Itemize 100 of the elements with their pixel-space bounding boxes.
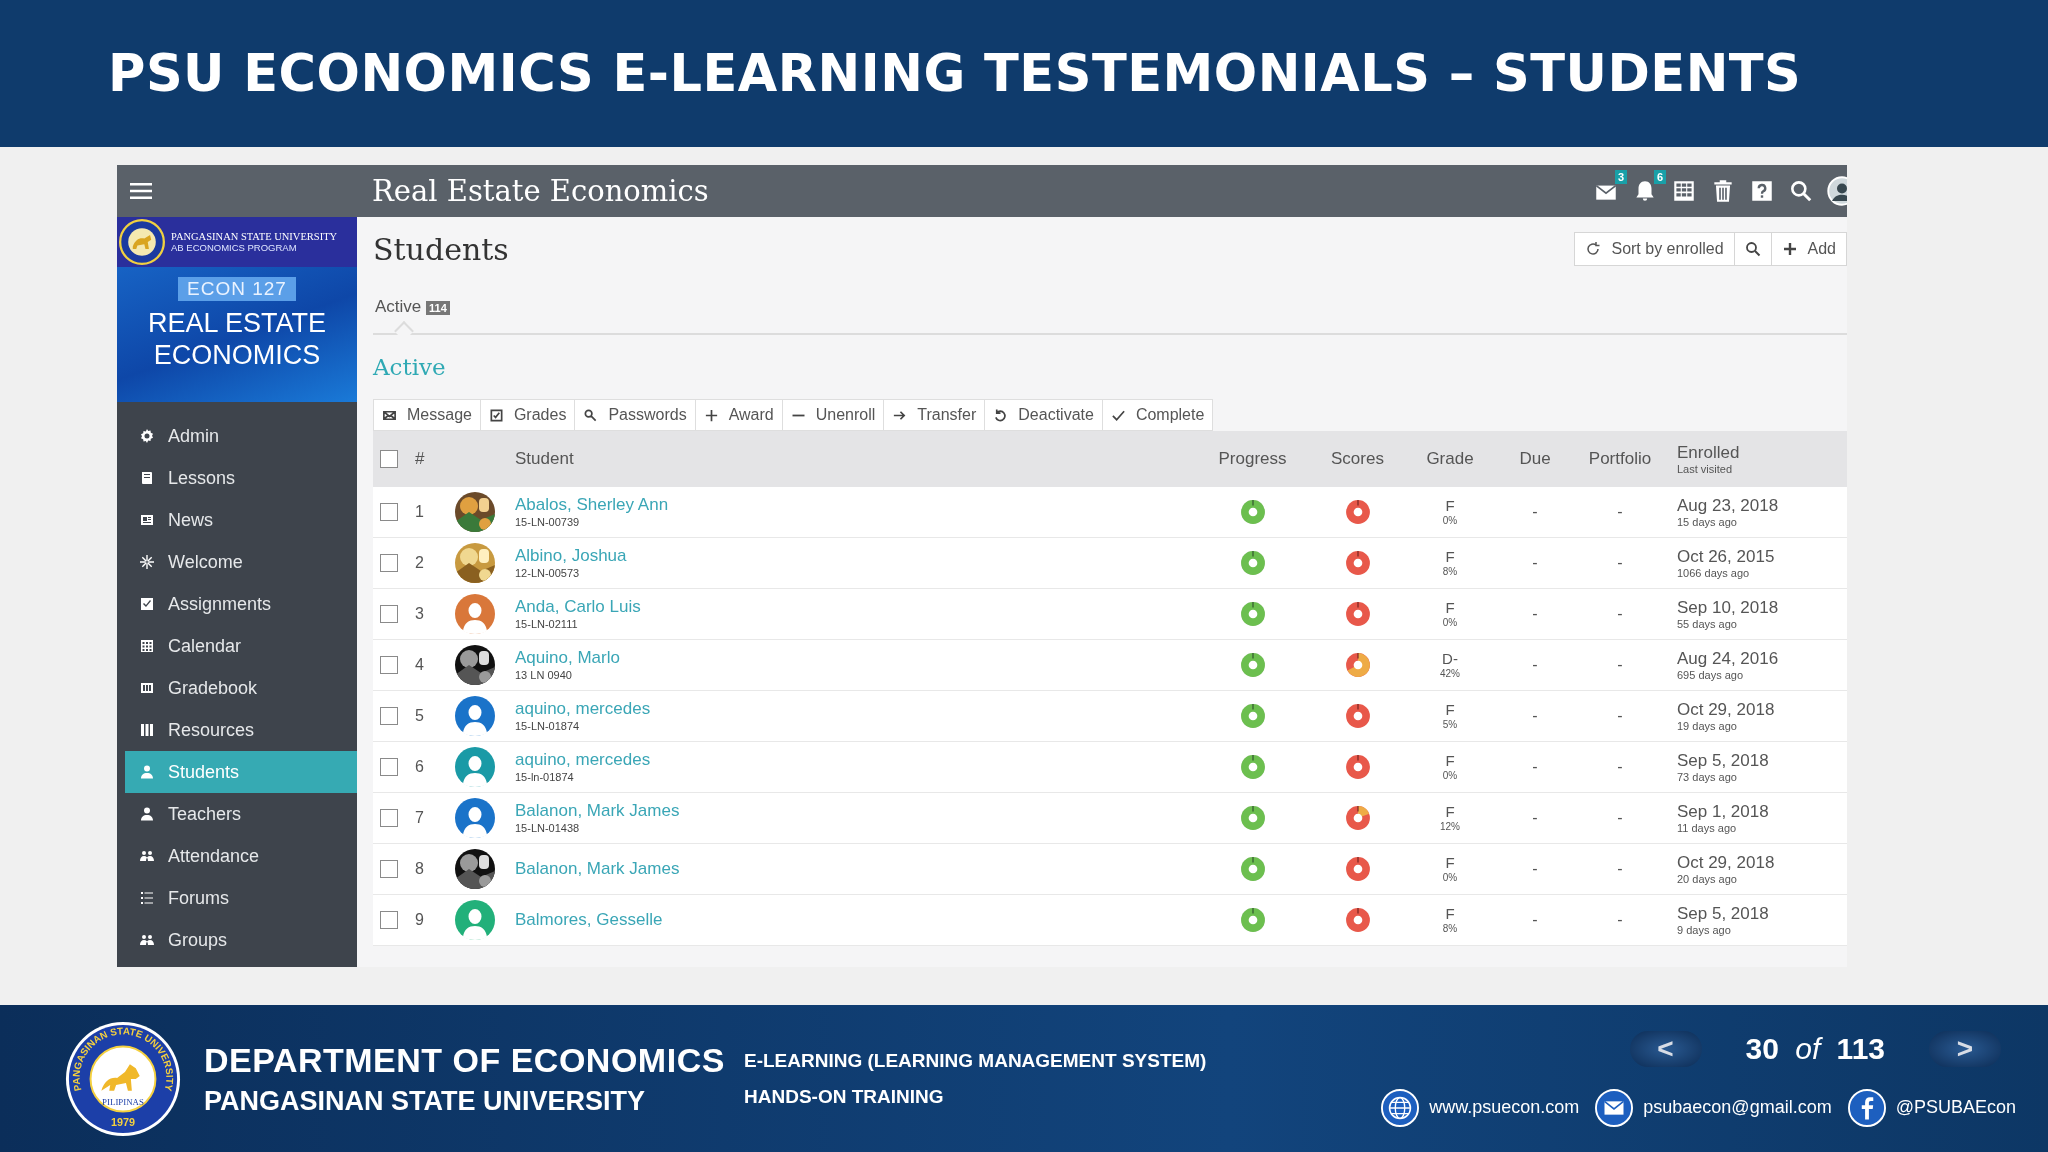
- banner-program: AB ECONOMICS PROGRAM: [171, 242, 298, 254]
- progress-pie: [1239, 856, 1266, 882]
- help-icon[interactable]: [1749, 178, 1775, 204]
- sidebar-item[interactable]: Resources: [125, 709, 357, 751]
- column-header: #: [415, 449, 425, 469]
- sidebar-item[interactable]: Lessons: [125, 457, 357, 499]
- sidebar-item[interactable]: Teachers: [125, 793, 357, 835]
- newspaper-icon: [139, 512, 155, 528]
- portfolio-value: -: [1617, 809, 1623, 827]
- university-name: PANGASINAN STATE UNIVERSITY: [204, 1085, 647, 1117]
- checkbox-icon: [488, 407, 504, 423]
- refresh-icon: [1585, 241, 1602, 257]
- transfer-button[interactable]: Transfer: [883, 399, 986, 431]
- settings-icon: [139, 428, 155, 444]
- slide-counter: 30 of 113: [1745, 1031, 1885, 1066]
- row-checkbox[interactable]: [380, 911, 398, 929]
- student-id: 15-ln-01874: [515, 770, 574, 784]
- select-all-checkbox[interactable]: [380, 450, 398, 468]
- row-checkbox[interactable]: [380, 809, 398, 827]
- banner-university: PANGASINAN STATE UNIVERSITY: [171, 230, 338, 243]
- grades-button[interactable]: Grades: [479, 399, 576, 431]
- column-header: Due: [1519, 449, 1551, 469]
- progress-pie: [1239, 652, 1266, 678]
- add-button[interactable]: Add: [1770, 232, 1847, 266]
- row-checkbox[interactable]: [380, 758, 398, 776]
- next-slide-button[interactable]: >: [1929, 1030, 2001, 1067]
- row-checkbox[interactable]: [380, 707, 398, 725]
- banner-course-name: REAL ESTATE ECONOMICS: [147, 307, 326, 371]
- sidebar-item[interactable]: News: [125, 499, 357, 541]
- progress-pie: [1239, 805, 1266, 831]
- award-button[interactable]: Award: [694, 399, 783, 431]
- due-value: -: [1532, 656, 1538, 674]
- grade-percent: 8%: [1442, 922, 1458, 935]
- portfolio-value: -: [1617, 554, 1623, 572]
- page-title: Students: [373, 231, 509, 267]
- binders-icon: [139, 722, 155, 738]
- grade-letter: F: [1445, 854, 1455, 871]
- sidebar-item[interactable]: Admin: [125, 415, 357, 457]
- complete-button[interactable]: Complete: [1101, 399, 1214, 431]
- passwords-button[interactable]: Passwords: [574, 399, 696, 431]
- grade-percent: 0%: [1442, 616, 1458, 629]
- sidebar-item[interactable]: Welcome: [125, 541, 357, 583]
- enrolled-date: Oct 29, 2018: [1677, 852, 1775, 872]
- due-value: -: [1532, 503, 1538, 521]
- scores-pie: [1344, 907, 1371, 933]
- minus-icon: [790, 413, 806, 417]
- search-button[interactable]: [1733, 232, 1772, 266]
- grade-letter: F: [1445, 599, 1455, 616]
- person-icon: [139, 764, 155, 780]
- progress-pie: [1239, 907, 1266, 933]
- student-id: 12-LN-00573: [515, 566, 580, 580]
- row-number: 5: [415, 707, 424, 725]
- row-number: 2: [415, 554, 424, 572]
- deactivate-button[interactable]: Deactivate: [984, 399, 1103, 431]
- enrolled-date: Oct 26, 2015: [1677, 546, 1775, 566]
- scores-pie: [1344, 601, 1371, 627]
- grade-letter: F: [1445, 803, 1455, 820]
- sidebar-item[interactable]: Groups: [125, 919, 357, 961]
- row-checkbox[interactable]: [380, 860, 398, 878]
- enrolled-date: Sep 5, 2018: [1677, 903, 1769, 923]
- search-icon[interactable]: [1788, 178, 1814, 204]
- previous-slide-button[interactable]: <: [1629, 1030, 1702, 1067]
- last-visited: 695 days ago: [1677, 667, 1744, 682]
- grade-percent: 0%: [1442, 514, 1458, 527]
- enrolled-date: Sep 1, 2018: [1677, 801, 1769, 821]
- sidebar-item[interactable]: Assignments: [125, 583, 357, 625]
- row-checkbox[interactable]: [380, 605, 398, 623]
- due-value: -: [1532, 605, 1538, 623]
- course-code: ECON 127: [178, 277, 296, 301]
- calendar-icon[interactable]: [1671, 178, 1697, 204]
- grade-percent: 5%: [1442, 718, 1458, 731]
- undo-icon: [993, 407, 1009, 423]
- menu-icon[interactable]: [129, 181, 153, 201]
- due-value: -: [1532, 554, 1538, 572]
- row-checkbox[interactable]: [380, 554, 398, 572]
- last-visited: 9 days ago: [1677, 922, 1731, 937]
- sidebar-item[interactable]: Forums: [125, 877, 357, 919]
- row-checkbox[interactable]: [380, 503, 398, 521]
- row-checkbox[interactable]: [380, 656, 398, 674]
- progress-pie: [1239, 754, 1266, 780]
- row-number: 7: [415, 809, 424, 827]
- sort-button[interactable]: Sort by enrolled: [1574, 232, 1735, 266]
- column-header: Grade: [1426, 449, 1474, 469]
- portfolio-value: -: [1617, 911, 1623, 929]
- portfolio-value: -: [1617, 707, 1623, 725]
- last-visited: 11 days ago: [1677, 820, 1737, 835]
- sidebar-item[interactable]: Gradebook: [125, 667, 357, 709]
- due-value: -: [1532, 809, 1538, 827]
- training-title: E-LEARNING (LEARNING MANAGEMENT SYSTEM): [744, 1049, 1208, 1072]
- column-subheader: Last visited: [1677, 463, 1733, 475]
- unenroll-button[interactable]: Unenroll: [781, 399, 885, 431]
- sidebar-item[interactable]: Attendance: [125, 835, 357, 877]
- message-button[interactable]: Message: [373, 399, 481, 431]
- enrolled-date: Oct 29, 2018: [1677, 699, 1775, 719]
- grade-percent: 42%: [1440, 667, 1460, 680]
- grade-letter: F: [1445, 701, 1455, 718]
- column-header: Student: [515, 449, 574, 469]
- sidebar-item[interactable]: Calendar: [125, 625, 357, 667]
- grade-letter: F: [1445, 905, 1455, 922]
- scores-pie: [1344, 856, 1371, 882]
